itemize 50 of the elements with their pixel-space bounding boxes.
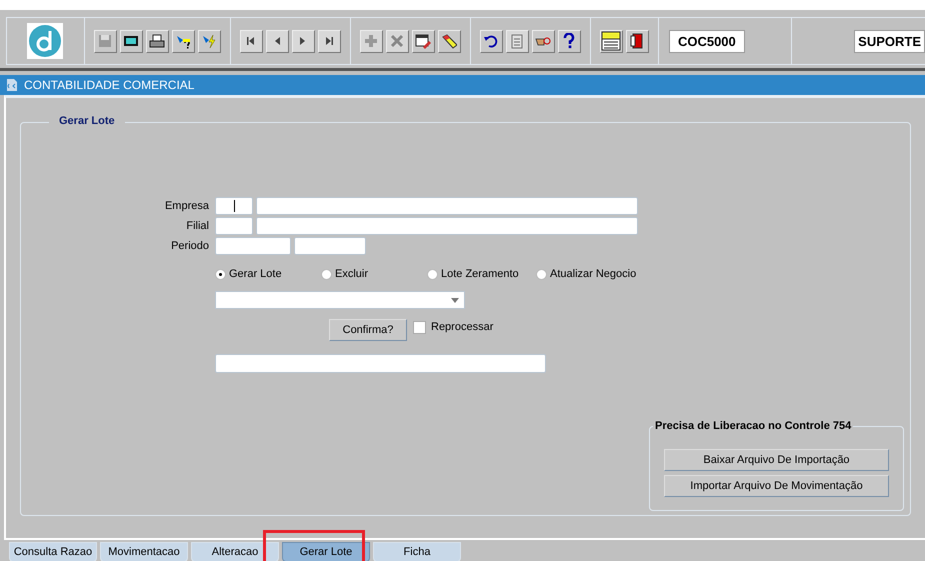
menu-list-icon[interactable] bbox=[600, 30, 623, 52]
first-record-icon[interactable] bbox=[240, 30, 263, 52]
dropdown-field[interactable] bbox=[215, 291, 465, 309]
panel-title: Precisa de Liberacao no Controle 754 bbox=[653, 420, 854, 432]
reprocess-checkbox[interactable]: Reprocessar bbox=[413, 320, 494, 334]
radio-option[interactable]: Lote Zeramento bbox=[427, 268, 536, 280]
last-record-icon[interactable] bbox=[318, 30, 341, 52]
save-icon[interactable] bbox=[94, 30, 117, 52]
clipboard-icon[interactable] bbox=[506, 30, 529, 52]
form-code: COC5000 bbox=[668, 30, 745, 52]
tab[interactable]: Consulta Razao bbox=[9, 542, 97, 561]
previous-record-icon[interactable] bbox=[266, 30, 289, 52]
monitor-icon[interactable] bbox=[120, 30, 143, 52]
window-edit-icon[interactable] bbox=[412, 30, 435, 52]
form-icon bbox=[6, 78, 18, 92]
radio-option[interactable]: Excluir bbox=[321, 268, 427, 280]
plus-icon[interactable] bbox=[360, 30, 383, 52]
user-name: SUPORTE bbox=[854, 30, 925, 52]
window-title: CONTABILIDADE COMERCIAL bbox=[24, 78, 194, 92]
end-field[interactable] bbox=[294, 237, 366, 255]
section-title: Gerar Lote bbox=[49, 115, 125, 127]
lightning-icon[interactable] bbox=[198, 30, 221, 52]
logo-icon bbox=[27, 23, 64, 59]
tab[interactable]: Gerar Lote bbox=[282, 542, 370, 561]
name-field[interactable] bbox=[256, 217, 638, 235]
code-field[interactable] bbox=[215, 197, 253, 215]
message-field[interactable] bbox=[215, 354, 546, 373]
radio-option[interactable]: Gerar Lote bbox=[215, 268, 321, 280]
name-field[interactable] bbox=[256, 197, 638, 215]
start-field[interactable] bbox=[215, 237, 291, 255]
field-label: Filial bbox=[185, 220, 209, 232]
field-label: Empresa bbox=[164, 200, 209, 212]
tab[interactable]: Ficha bbox=[373, 542, 461, 561]
field-label: Periodo bbox=[170, 240, 209, 252]
help-icon[interactable] bbox=[558, 30, 581, 52]
radio-option[interactable]: Atualizar Negocio bbox=[536, 268, 646, 280]
printer-icon[interactable] bbox=[146, 30, 169, 52]
tab[interactable]: Alteracao bbox=[191, 542, 279, 561]
dropdown-arrow-icon bbox=[451, 298, 459, 302]
exit-door-icon[interactable] bbox=[626, 30, 649, 52]
delete-icon[interactable] bbox=[386, 30, 409, 52]
next-record-icon[interactable] bbox=[292, 30, 315, 52]
query-icon[interactable] bbox=[172, 30, 195, 52]
file-button[interactable]: Importar Arquivo De Movimentação bbox=[664, 475, 889, 497]
undo-icon[interactable] bbox=[480, 30, 503, 52]
tab[interactable]: Movimentacao bbox=[100, 542, 188, 561]
code-field[interactable] bbox=[215, 217, 253, 235]
file-button[interactable]: Baixar Arquivo De Importação bbox=[664, 449, 889, 471]
eraser-icon[interactable] bbox=[438, 30, 461, 52]
confirm-button[interactable]: Confirma? bbox=[329, 319, 407, 341]
